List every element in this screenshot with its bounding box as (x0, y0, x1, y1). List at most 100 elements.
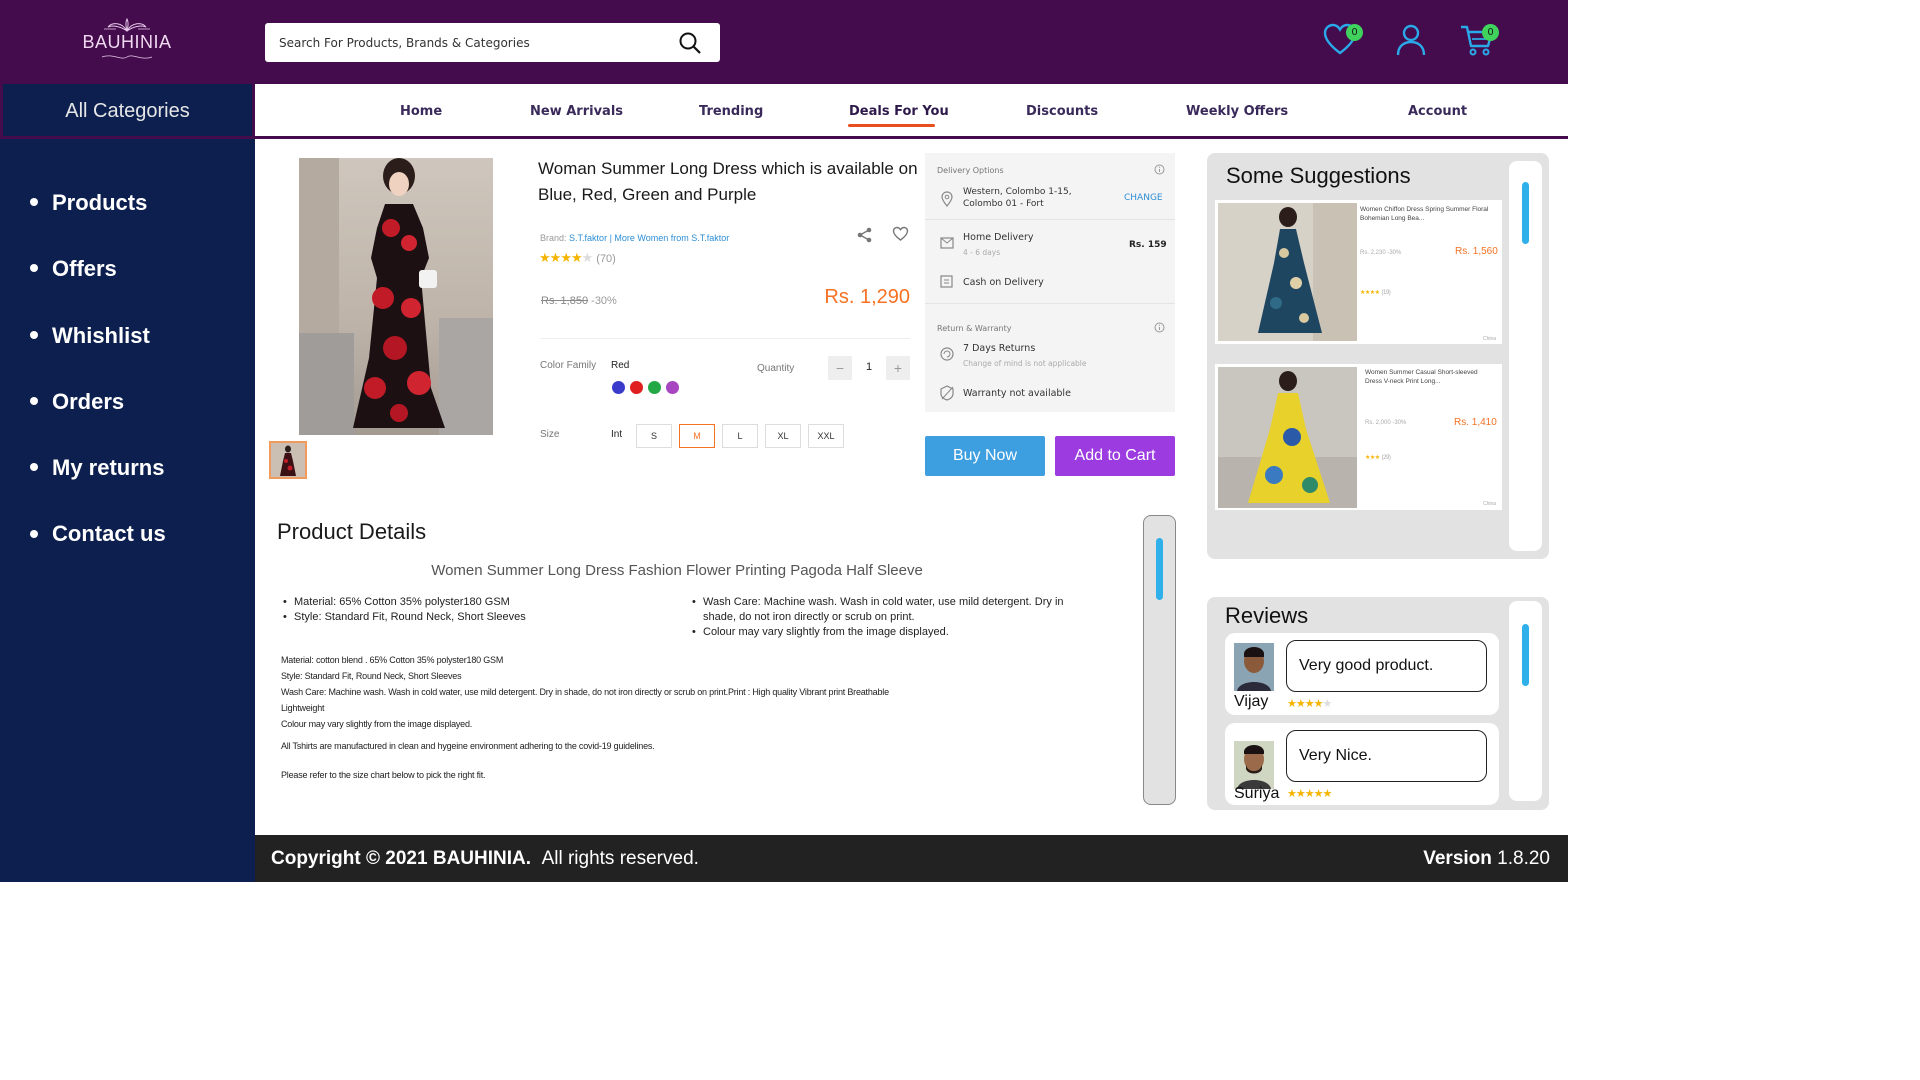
cash-on-delivery-label: Cash on Delivery (963, 277, 1044, 288)
sidebar-item-whishlist[interactable]: Whishlist (30, 322, 166, 388)
size-option-xl[interactable]: XL (765, 424, 801, 448)
star-empty-icon: ★ (581, 250, 594, 265)
details-scrollbar[interactable] (1143, 515, 1176, 805)
buy-now-button[interactable]: Buy Now (925, 436, 1045, 476)
reviews-scrollbar[interactable] (1509, 601, 1542, 801)
star-filled-icon: ★ (1287, 698, 1297, 710)
bullet-icon (30, 198, 38, 207)
star-filled-icon: ★ (570, 250, 583, 265)
share-icon[interactable] (856, 226, 874, 244)
old-price-row: Rs. 1,850 -30% (541, 295, 617, 307)
info-icon[interactable] (1154, 164, 1165, 175)
quantity-decrease-button[interactable]: − (828, 356, 852, 380)
bullet-icon (30, 330, 38, 339)
rating-count: (19) (1381, 290, 1391, 296)
nav-new-arrivals[interactable]: New Arrivals (530, 104, 623, 119)
scrollbar-thumb[interactable] (1522, 182, 1529, 244)
details-line: Wash Care: Machine wash. Wash in cold wa… (281, 687, 889, 697)
star-filled-icon: ★ (1295, 788, 1306, 800)
review-stars: ★★★★★ (1287, 787, 1332, 800)
reviewer-name: Vijay (1234, 693, 1269, 710)
search-input[interactable] (279, 23, 669, 62)
product-thumbnail[interactable] (269, 441, 307, 479)
rating-stars: ★★★★ (1360, 290, 1380, 296)
favorite-heart-icon[interactable] (892, 226, 909, 242)
sidebar-item-my-returns[interactable]: My returns (30, 454, 166, 520)
color-swatch-red[interactable] (630, 381, 643, 394)
quantity-increase-button[interactable]: + (886, 356, 910, 380)
thumbnail-photo (271, 443, 305, 477)
more-from-brand-link[interactable]: | More Women from S.T.faktor (610, 233, 730, 243)
version-number: 1.8.20 (1497, 848, 1550, 869)
old-price: Rs. 1,850 (541, 295, 589, 307)
suggestions-panel: Some Suggestions Women Chiffon Dress Spr… (1207, 153, 1549, 559)
star-filled-icon: ★ (1304, 788, 1315, 800)
add-to-cart-button[interactable]: Add to Cart (1055, 436, 1175, 476)
cart-count-badge: 0 (1482, 24, 1499, 41)
color-swatch-green[interactable] (648, 381, 661, 394)
info-icon[interactable] (1154, 322, 1165, 333)
rights-text: All rights reserved. (541, 848, 699, 869)
change-address-link[interactable]: CHANGE (1124, 193, 1163, 203)
sidebar-item-label: Offers (52, 256, 117, 282)
quantity-label: Quantity (757, 363, 795, 374)
suggestion-card[interactable]: Women Chiffon Dress Spring Summer Floral… (1215, 200, 1502, 344)
bullet-icon (30, 463, 38, 472)
reviewer-name: Suriya (1234, 785, 1280, 802)
size-option-s[interactable]: S (636, 424, 672, 448)
product-rating: ★★★★★ (70) (539, 250, 616, 266)
star-filled-icon: ★ (1295, 698, 1306, 710)
suggestion-card[interactable]: Women Summer Casual Short-sleeved Dress … (1215, 364, 1502, 510)
nav-home[interactable]: Home (400, 104, 442, 119)
details-line: Material: cotton blend . 65% Cotton 35% … (281, 655, 504, 665)
sidebar-item-products[interactable]: Products (30, 189, 166, 255)
color-swatch-blue[interactable] (612, 381, 625, 394)
copyright-label: Copyright (271, 848, 361, 869)
copyright-text: Copyright © 2021 BAUHINIA. All rights re… (271, 848, 699, 870)
details-note: All Tshirts are manufactured in clean an… (281, 741, 655, 751)
search-icon[interactable] (678, 31, 702, 55)
sidebar-item-contact-us[interactable]: Contact us (30, 520, 166, 586)
scrollbar-thumb[interactable] (1156, 538, 1163, 600)
nav-trending[interactable]: Trending (699, 104, 763, 119)
suggestion-old-price: Rs. 2,000 -30% (1365, 420, 1407, 426)
details-bullets-right: Wash Care: Machine wash. Wash in cold wa… (690, 595, 1080, 640)
brand-logo[interactable]: BAUHINIA (72, 18, 182, 66)
product-main-image[interactable] (299, 158, 493, 435)
product-details-heading: Product Details (277, 519, 427, 544)
account-user-icon[interactable] (1393, 22, 1429, 58)
star-filled-icon: ★ (1313, 698, 1324, 710)
size-option-xxl[interactable]: XXL (808, 424, 844, 448)
suggestion-origin: China (1483, 501, 1497, 507)
brand-link[interactable]: S.T.faktor (569, 233, 607, 243)
sidebar-item-offers[interactable]: Offers (30, 255, 166, 321)
delivery-panel: Delivery Options Western, Colombo 1-15, … (925, 153, 1175, 412)
all-categories-button[interactable]: All Categories (0, 84, 255, 139)
details-line: Lightweight (281, 703, 325, 713)
scrollbar-thumb[interactable] (1522, 624, 1529, 686)
sidebar-item-orders[interactable]: Orders (30, 388, 166, 454)
bullet-icon (30, 397, 38, 406)
divider (925, 219, 1175, 220)
nav-discounts[interactable]: Discounts (1026, 104, 1098, 119)
color-swatch-purple[interactable] (666, 381, 679, 394)
suggestion-price: Rs. 1,560 (1455, 246, 1498, 257)
nav-weekly-offers[interactable]: Weekly Offers (1186, 104, 1288, 119)
return-warranty-title: Return & Warranty (937, 324, 1012, 333)
star-filled-icon: ★ (1313, 788, 1324, 800)
product-title: Woman Summer Long Dress which is availab… (538, 159, 918, 204)
main-nav: Home New Arrivals Trending Deals For You… (255, 84, 1568, 139)
returns-label: 7 Days Returns (963, 343, 1036, 354)
nav-deals-for-you[interactable]: Deals For You (849, 104, 949, 119)
delivery-address: Western, Colombo 1-15, Colombo 01 - Fort (963, 187, 1072, 209)
home-delivery-price: Rs. 159 (1129, 240, 1167, 250)
version-info: Version 1.8.20 (1423, 848, 1550, 870)
nav-account[interactable]: Account (1408, 104, 1467, 119)
star-filled-icon: ★ (539, 250, 551, 265)
size-option-m[interactable]: M (679, 424, 715, 448)
suggestion-price: Rs. 1,410 (1454, 417, 1497, 428)
quantity-value[interactable]: 1 (860, 361, 878, 373)
suggestions-scrollbar[interactable] (1509, 161, 1542, 551)
bullet-icon (30, 264, 38, 273)
size-option-l[interactable]: L (722, 424, 758, 448)
